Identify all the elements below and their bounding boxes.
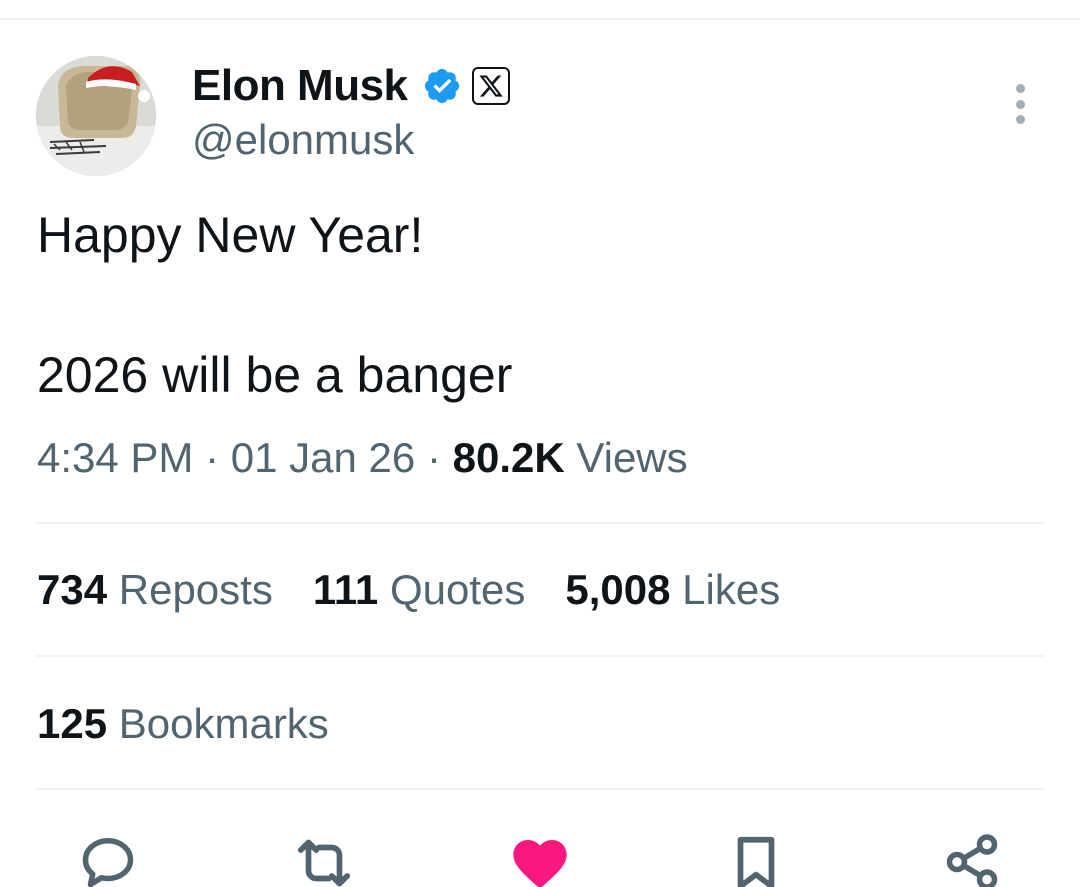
heart-icon[interactable] [508,832,572,887]
avatar-image [36,56,156,176]
views-label: Views [576,434,688,481]
quotes-count: 111 [312,566,379,613]
bookmarks-label: Bookmarks [118,700,329,747]
user-handle[interactable]: @elonmusk [192,116,510,164]
dot [1015,84,1025,93]
bookmarks-stat[interactable]: 125 Bookmarks [37,700,329,748]
likes-stat[interactable]: 5,008 Likes [565,566,780,614]
reply-icon[interactable] [76,832,140,887]
dot [1015,115,1025,124]
x-logo-icon[interactable] [471,67,510,105]
engagement-stats: 734 Reposts 111 Quotes 5,008 Likes [37,566,820,614]
bookmark-icon[interactable] [724,832,788,887]
quotes-label: Quotes [389,566,526,613]
repost-icon[interactable] [292,832,356,887]
meta-separator: · [205,434,220,481]
tweet-text-line-1: Happy New Year! [37,207,424,263]
quotes-stat[interactable]: 111 Quotes [313,566,526,614]
name-row: Elon Musk [192,58,510,114]
reposts-label: Reposts [118,566,273,613]
likes-label: Likes [682,566,781,613]
bookmarks-count: 125 [37,700,108,747]
divider [36,522,1044,524]
display-name[interactable]: Elon Musk [192,61,408,111]
avatar[interactable] [36,56,156,176]
reposts-count: 734 [37,566,108,613]
verified-badge-icon[interactable] [422,66,462,106]
reposts-stat[interactable]: 734 Reposts [37,566,273,614]
divider [36,655,1044,657]
share-icon[interactable] [940,832,1004,887]
dot [1015,99,1025,109]
tweet-text-line-2: 2026 will be a banger [37,347,513,403]
top-divider [0,18,1080,20]
meta-separator: · [426,434,441,481]
tweet-time[interactable]: 4:34 PM [37,434,193,481]
tweet-date[interactable]: 01 Jan 26 [231,434,416,481]
author-header: Elon Musk @elonmusk [192,58,510,164]
tweet-meta: 4:34 PM · 01 Jan 26 · 80.2K Views [37,434,688,482]
views-count[interactable]: 80.2K [453,434,565,481]
more-options-icon[interactable] [1004,80,1036,128]
likes-count: 5,008 [565,566,671,613]
divider [36,788,1044,790]
